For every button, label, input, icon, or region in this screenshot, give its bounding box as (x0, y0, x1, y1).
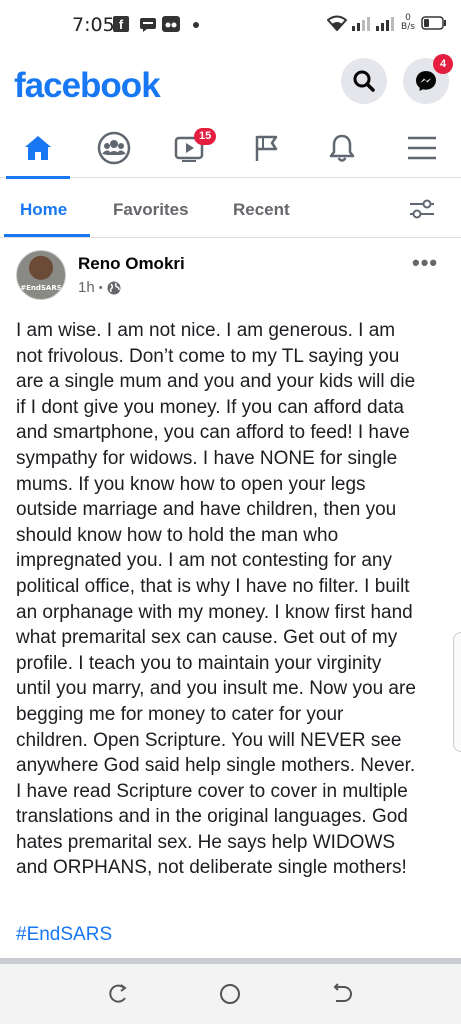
post-text-line: hates premarital sex. He says help WIDOW… (16, 831, 396, 853)
battery-icon (421, 16, 446, 30)
hamburger-icon (408, 136, 436, 160)
message-notification-icon (140, 18, 156, 32)
game-notification-icon (162, 16, 180, 32)
watch-badge: 15 (194, 128, 217, 145)
home-icon (25, 136, 51, 160)
globe-icon (107, 281, 121, 294)
messenger-button[interactable]: 4 (403, 54, 453, 104)
post-text-line: sympathy for widows. I have NONE for sin… (16, 447, 398, 469)
groups-icon (97, 131, 131, 165)
tab-favorites[interactable]: Favorites (113, 200, 189, 220)
nav-notifications[interactable] (304, 118, 380, 178)
post-text-line: should know how to hold the man who (16, 524, 339, 546)
post-text-line: an orphanage with my money. I know first… (16, 601, 413, 623)
nav-home[interactable] (0, 118, 76, 179)
post-text-line: and smartphone, you can afford to feed! … (16, 422, 410, 444)
edge-panel-handle[interactable] (453, 632, 461, 752)
main-nav: 15 (0, 118, 461, 179)
circle-home-icon (220, 984, 240, 1004)
status-bar: 7:05 f 0 B/s (0, 0, 461, 52)
signal-1-icon (352, 17, 370, 31)
messenger-badge: 4 (433, 54, 453, 74)
active-tab-indicator (4, 234, 90, 237)
post-text-line: begging me for money to cater for your (16, 703, 344, 725)
avatar-shirt-text: #EndSARS (20, 284, 62, 292)
post-header: #EndSARS Reno Omokri 1h • ••• (0, 238, 461, 308)
android-nav-bar (0, 964, 461, 1024)
nav-groups[interactable] (76, 118, 152, 178)
more-notifications-dot-icon (193, 22, 199, 28)
tab-home[interactable]: Home (20, 200, 67, 220)
back-button[interactable] (330, 982, 354, 1006)
post-text-line: outside marriage and have children, then… (16, 499, 397, 521)
recent-apps-icon (109, 984, 127, 1003)
post-hashtag[interactable]: #EndSARS (16, 924, 112, 946)
facebook-notification-icon: f (113, 16, 129, 32)
bell-icon (329, 134, 355, 162)
post-author[interactable]: Reno Omokri (78, 254, 185, 274)
post-meta: 1h • (78, 279, 121, 296)
signal-2-icon (376, 17, 394, 31)
facebook-logo[interactable]: facebook (14, 66, 161, 106)
post-time[interactable]: 1h (78, 279, 95, 296)
avatar[interactable]: #EndSARS (16, 250, 66, 300)
nav-pages[interactable] (228, 118, 304, 178)
data-speed: 0 B/s (401, 13, 415, 32)
post-text-line: anywhere God said help single mothers. N… (16, 755, 416, 777)
back-icon (333, 983, 352, 1002)
post-text-line: I have read Scripture cover to cover in … (16, 780, 408, 802)
post-body: I am wise. I am not nice. I am generous.… (16, 318, 448, 881)
nav-menu[interactable] (384, 118, 460, 178)
post-text-line: translations and in the original languag… (16, 806, 408, 828)
home-system-button[interactable] (218, 982, 242, 1006)
wifi-icon (327, 15, 347, 31)
feed-tabs: Home Favorites Recent (0, 180, 461, 238)
post-text-line: what premarital sex can cause. Get out o… (16, 627, 398, 649)
post-text-line: not frivolous. Don’t come to my TL sayin… (16, 345, 400, 367)
meta-separator: • (98, 281, 103, 294)
flag-icon (255, 135, 278, 161)
post-more-button[interactable]: ••• (412, 250, 438, 276)
post-text-line: and ORPHANS, not deliberate single mothe… (16, 857, 407, 879)
search-button[interactable] (341, 58, 387, 104)
recent-apps-button[interactable] (106, 982, 130, 1006)
post-text-line: profile. I teach you to maintain your vi… (16, 652, 382, 674)
search-icon (353, 70, 375, 92)
post-text-line: political office, that is why I have no … (16, 575, 410, 597)
post-text-line: mums. If you know how to open your legs (16, 473, 366, 495)
tab-recent[interactable]: Recent (233, 200, 290, 220)
feed-filter-button[interactable] (408, 198, 436, 225)
nav-watch[interactable]: 15 (152, 118, 228, 178)
messenger-icon (416, 71, 436, 91)
post-text-line: I am wise. I am not nice. I am generous.… (16, 320, 396, 341)
status-right-icons: 0 B/s (327, 14, 447, 32)
app-header: facebook 4 (0, 52, 461, 116)
post-text-line: children. Open Scripture. You will NEVER… (16, 729, 402, 751)
status-time: 7:05 (72, 14, 115, 36)
post-text-line: impregnated you. I am not contesting for… (16, 550, 392, 572)
post-text-line: are a single mum and you and your kids w… (16, 371, 416, 393)
post-text-line: if I dont give you money. If you can aff… (16, 396, 404, 418)
post-text-line: until you marry, and you insult me. Now … (16, 678, 416, 700)
sliders-icon (410, 199, 434, 219)
